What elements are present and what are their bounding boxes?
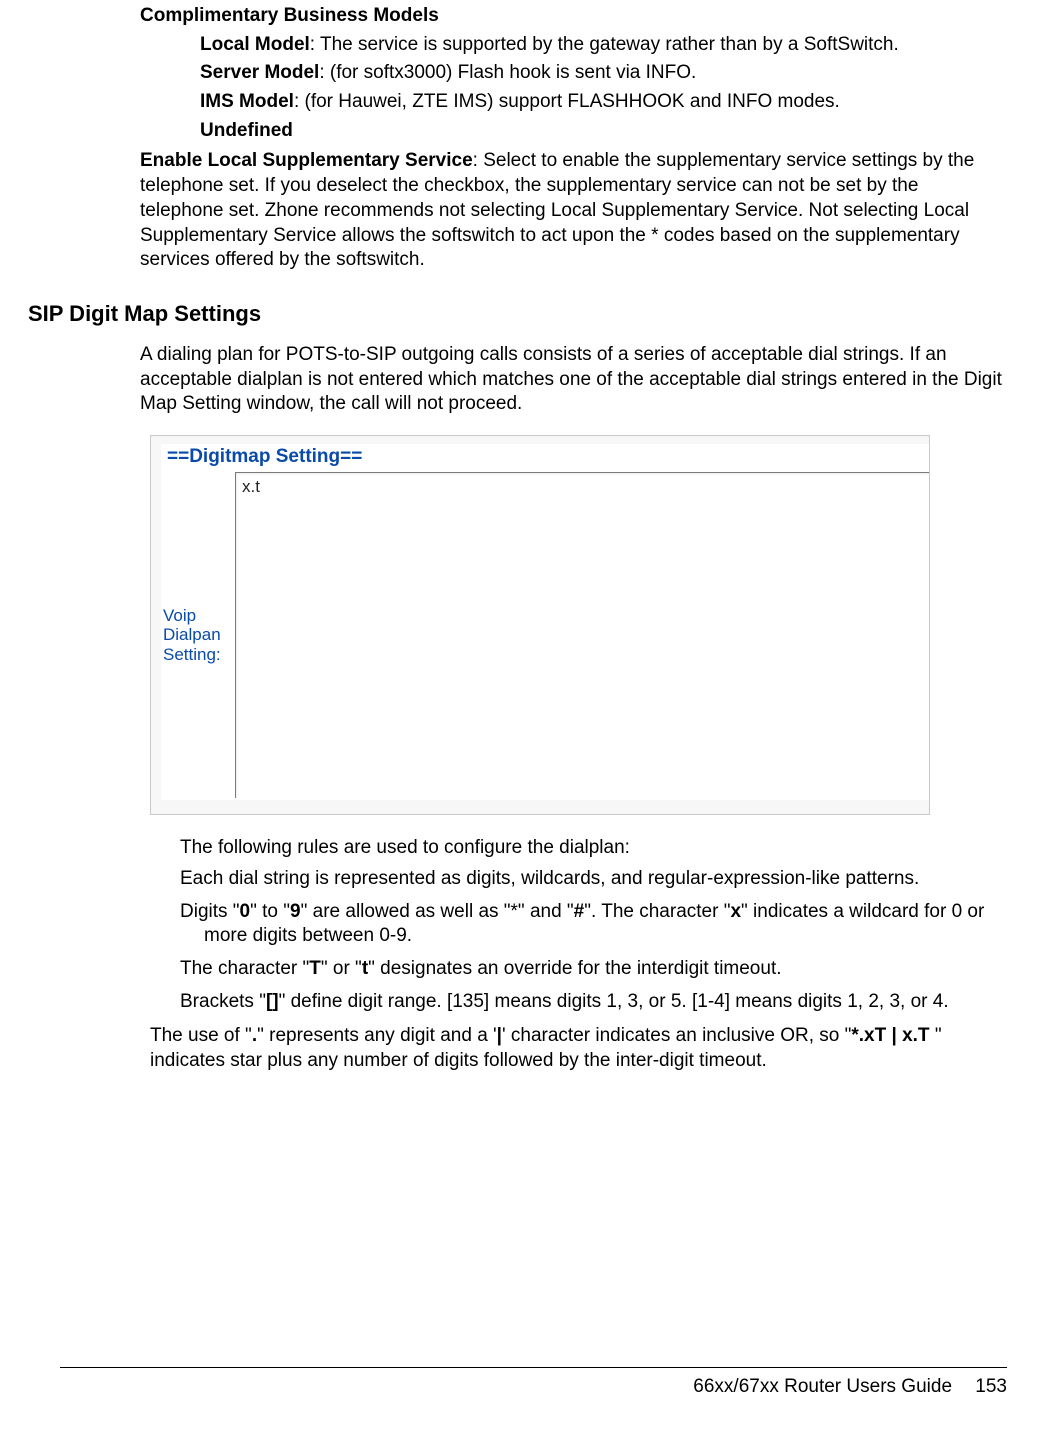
closing-pre: The use of " — [150, 1025, 252, 1046]
local-model-label: Local Model — [200, 34, 310, 55]
enable-local-supp-line: Enable Local Supplementary Service: Sele… — [140, 149, 1007, 272]
undefined-label: Undefined — [200, 120, 293, 141]
undefined-line: Undefined — [200, 119, 1007, 144]
digitmap-title: ==Digitmap Setting== — [161, 444, 929, 472]
local-model-line: Local Model: The service is supported by… — [200, 33, 1007, 58]
page-footer: 66xx/67xx Router Users Guide 153 — [60, 1367, 1007, 1398]
digitmap-label-l2: Dialpan — [163, 625, 221, 645]
local-model-desc: : The service is supported by the gatewa… — [310, 34, 899, 55]
digitmap-label-l1: Voip — [163, 606, 196, 626]
r2-b2: 9 — [290, 901, 301, 922]
digitmap-field-label: Voip Dialpan Setting: — [161, 472, 235, 798]
rule-4: Brackets "[]" define digit range. [135] … — [180, 990, 1007, 1015]
closing-mid1: " represents any digit and a ' — [257, 1025, 497, 1046]
r2-pre: Digits " — [180, 901, 240, 922]
server-model-desc: : (for softx3000) Flash hook is sent via… — [319, 62, 696, 83]
r2-b3: # — [574, 901, 585, 922]
content-area: Complimentary Business Models Local Mode… — [0, 0, 1057, 1074]
r2-mid2: " are allowed as well as "*" and " — [301, 901, 574, 922]
r4-b1: [] — [266, 991, 279, 1012]
digitmap-label-l3: Setting: — [163, 645, 221, 665]
server-model-label: Server Model — [200, 62, 319, 83]
digitmap-screenshot: ==Digitmap Setting== Voip Dialpan Settin… — [150, 435, 930, 815]
rules-intro: The following rules are used to configur… — [180, 837, 1007, 859]
r3-b1: T — [309, 958, 321, 979]
closing-mid2: ' character indicates an inclusive OR, s… — [502, 1025, 851, 1046]
r2-mid1: " to " — [250, 901, 290, 922]
r2-b4: x — [730, 901, 741, 922]
sip-intro-paragraph: A dialing plan for POTS-to-SIP outgoing … — [140, 343, 1007, 417]
digitmap-row: Voip Dialpan Setting: — [161, 472, 929, 798]
r3-post: " designates an override for the interdi… — [368, 958, 781, 979]
ims-model-line: IMS Model: (for Hauwei, ZTE IMS) support… — [200, 90, 1007, 115]
digitmap-textarea[interactable] — [235, 472, 929, 798]
rule-2: Digits "0" to "9" are allowed as well as… — [180, 900, 1007, 949]
r2-b1: 0 — [240, 901, 251, 922]
page-root: Complimentary Business Models Local Mode… — [0, 0, 1057, 1454]
closing-paragraph: The use of "." represents any digit and … — [150, 1024, 1007, 1073]
rule-1: Each dial string is represented as digit… — [180, 867, 1007, 892]
r4-pre: Brackets " — [180, 991, 266, 1012]
r2-mid3: ". The character " — [584, 901, 730, 922]
footer-title: 66xx/67xx Router Users Guide — [693, 1376, 952, 1397]
enable-local-supp-label: Enable Local Supplementary Service — [140, 150, 473, 171]
server-model-line: Server Model: (for softx3000) Flash hook… — [200, 61, 1007, 86]
r3-pre: The character " — [180, 958, 309, 979]
r4-post: " define digit range. [135] means digits… — [279, 991, 949, 1012]
ims-model-label: IMS Model — [200, 91, 294, 112]
rule-3: The character "T" or "t" designates an o… — [180, 957, 1007, 982]
footer-page-number: 153 — [975, 1376, 1007, 1397]
digitmap-panel: ==Digitmap Setting== Voip Dialpan Settin… — [161, 444, 929, 800]
comp-bus-models-heading: Complimentary Business Models — [140, 4, 1007, 29]
sip-digit-map-heading: SIP Digit Map Settings — [28, 301, 1007, 327]
ims-model-desc: : (for Hauwei, ZTE IMS) support FLASHHOO… — [294, 91, 840, 112]
r3-mid: " or " — [321, 958, 362, 979]
closing-b3: *.xT | x.T — [851, 1025, 934, 1046]
